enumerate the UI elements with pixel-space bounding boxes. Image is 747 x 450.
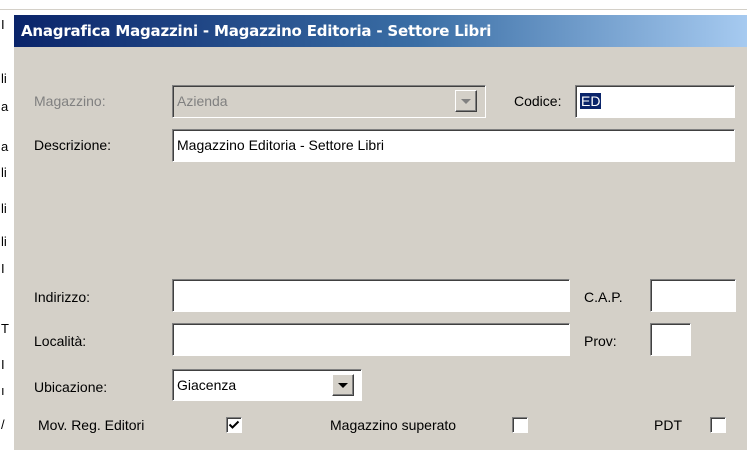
background-text: ı [1, 383, 5, 398]
localita-label: Località: [34, 333, 87, 349]
dialog-title: Anagrafica Magazzini - Magazzino Editori… [21, 22, 492, 40]
ubicazione-dropdown-button[interactable] [332, 374, 354, 396]
magazzino-superato-checkbox[interactable] [512, 417, 528, 433]
magazzino-combo: Azienda [172, 85, 486, 118]
mov-reg-editori-label: Mov. Reg. Editori [38, 417, 145, 433]
codice-label: Codice: [514, 93, 562, 109]
magazzino-label: Magazzino: [34, 93, 106, 109]
background-text: li [1, 165, 7, 180]
prov-input[interactable] [650, 323, 691, 356]
background-text: T [1, 321, 9, 336]
chevron-down-icon [461, 98, 471, 104]
codice-input[interactable]: ED [575, 85, 735, 118]
background-text: I [1, 261, 5, 276]
chevron-down-icon [338, 382, 348, 388]
background-divider [0, 9, 747, 10]
magazzino-dropdown-button [455, 90, 477, 112]
title-bar[interactable]: Anagrafica Magazzini - Magazzino Editori… [14, 15, 747, 47]
anagrafica-magazzini-dialog: Anagrafica Magazzini - Magazzino Editori… [13, 14, 747, 450]
mov-reg-editori-checkbox[interactable] [226, 417, 242, 433]
pdt-checkbox[interactable] [710, 417, 726, 433]
background-text: li [1, 201, 7, 216]
background-text: li [1, 71, 7, 86]
background-text: a [1, 99, 9, 114]
codice-value: ED [580, 93, 602, 109]
indirizzo-label: Indirizzo: [34, 289, 91, 305]
localita-input[interactable] [172, 323, 570, 356]
background-text: a [1, 139, 9, 154]
magazzino-value: Azienda [177, 93, 228, 109]
pdt-label: PDT [654, 417, 682, 433]
checkmark-icon [228, 420, 240, 429]
ubicazione-label: Ubicazione: [34, 379, 108, 395]
background-text: I [1, 357, 5, 372]
descrizione-value: Magazzino Editoria - Settore Libri [177, 137, 384, 153]
background-text: li [1, 234, 7, 249]
background-text: I [1, 17, 5, 32]
descrizione-input[interactable]: Magazzino Editoria - Settore Libri [172, 129, 735, 162]
indirizzo-input[interactable] [172, 279, 570, 312]
descrizione-label: Descrizione: [34, 137, 112, 153]
background-text: / [1, 417, 5, 432]
magazzino-superato-label: Magazzino superato [330, 417, 457, 433]
prov-label: Prov: [584, 333, 617, 349]
cap-label: C.A.P. [584, 289, 623, 305]
ubicazione-value: Giacenza [177, 377, 237, 393]
cap-input[interactable] [650, 279, 736, 312]
